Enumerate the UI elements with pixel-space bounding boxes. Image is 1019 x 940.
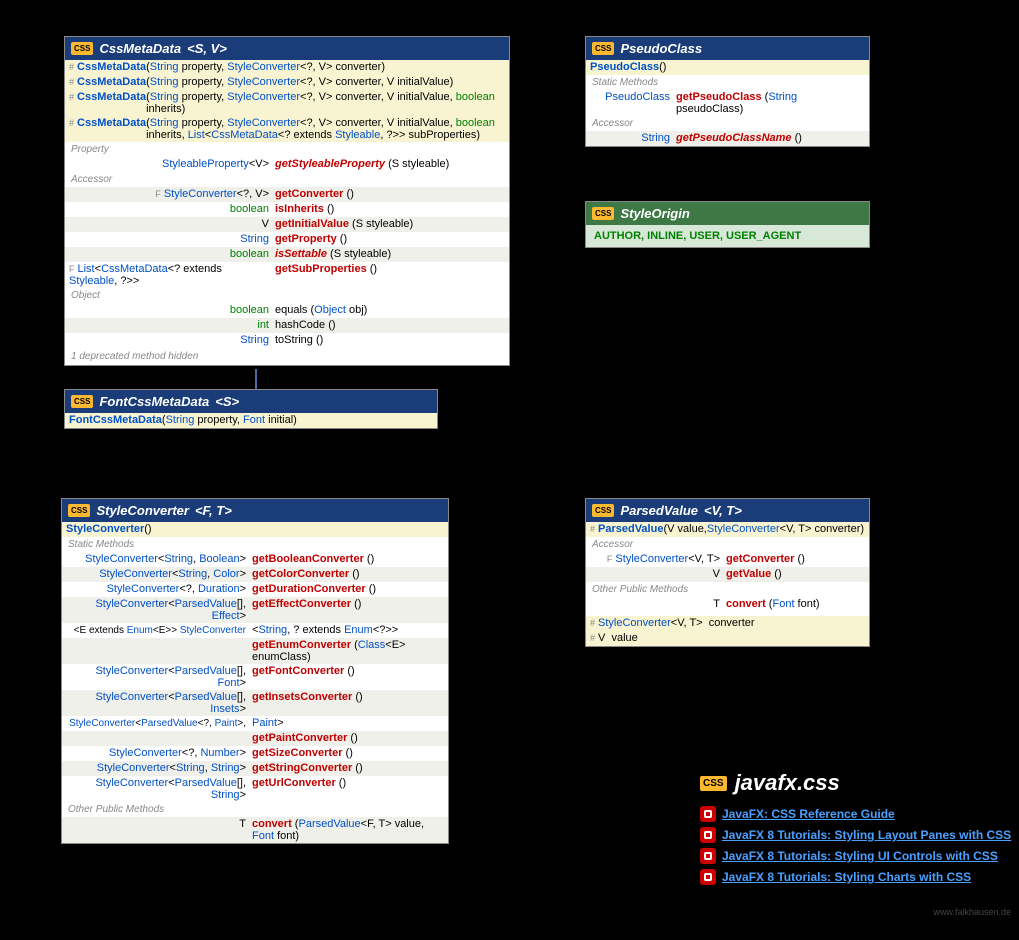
card-pseudoclass: CSS PseudoClass PseudoClass () Static Me… xyxy=(585,36,870,147)
package-block: CSS javafx.css JavaFX: CSS Reference Guid… xyxy=(700,770,1011,890)
title: ParsedValue xyxy=(620,503,698,518)
card-styleorigin: CSS StyleOrigin AUTHOR, INLINE, USER, US… xyxy=(585,201,870,248)
oracle-icon xyxy=(700,848,716,864)
link-ref-guide[interactable]: JavaFX: CSS Reference Guide xyxy=(700,806,1011,822)
link-layout-panes[interactable]: JavaFX 8 Tutorials: Styling Layout Panes… xyxy=(700,827,1011,843)
css-icon: CSS xyxy=(71,42,93,55)
deprecated-note: 1 deprecated method hidden xyxy=(65,348,509,365)
css-icon: CSS xyxy=(592,207,614,220)
link-ui-controls[interactable]: JavaFX 8 Tutorials: Styling UI Controls … xyxy=(700,848,1011,864)
package-title: javafx.css xyxy=(735,770,840,796)
css-icon: CSS xyxy=(592,504,614,517)
css-icon: CSS xyxy=(592,42,614,55)
header: CSS PseudoClass xyxy=(586,37,869,60)
card-styleconverter: CSS StyleConverter <F, T> StyleConverter… xyxy=(61,498,449,844)
title: PseudoClass xyxy=(620,41,702,56)
watermark: www.falkhausen.de xyxy=(933,907,1011,917)
enum-values: AUTHOR, INLINE, USER, USER_AGENT xyxy=(586,225,869,247)
header: CSS CssMetaData <S, V> xyxy=(65,37,509,60)
title: StyleOrigin xyxy=(620,206,689,221)
title: FontCssMetaData xyxy=(99,394,209,409)
generics: <S, V> xyxy=(187,41,227,56)
card-fontcssmetadata: CSS FontCssMetaData <S> FontCssMetaData … xyxy=(64,389,438,429)
css-icon: CSS xyxy=(700,776,727,791)
oracle-icon xyxy=(700,827,716,843)
header: CSS StyleConverter <F, T> xyxy=(62,499,448,522)
link-charts[interactable]: JavaFX 8 Tutorials: Styling Charts with … xyxy=(700,869,1011,885)
header: CSS FontCssMetaData <S> xyxy=(65,390,437,413)
oracle-icon xyxy=(700,869,716,885)
card-cssmetadata: CSS CssMetaData <S, V> #CssMetaData (Str… xyxy=(64,36,510,366)
header: CSS StyleOrigin xyxy=(586,202,869,225)
title: CssMetaData xyxy=(99,41,181,56)
oracle-icon xyxy=(700,806,716,822)
inheritance-connector xyxy=(255,369,257,389)
header: CSS ParsedValue <V, T> xyxy=(586,499,869,522)
css-icon: CSS xyxy=(71,395,93,408)
css-icon: CSS xyxy=(68,504,90,517)
card-parsedvalue: CSS ParsedValue <V, T> #ParsedValue (V v… xyxy=(585,498,870,647)
title: StyleConverter xyxy=(96,503,188,518)
